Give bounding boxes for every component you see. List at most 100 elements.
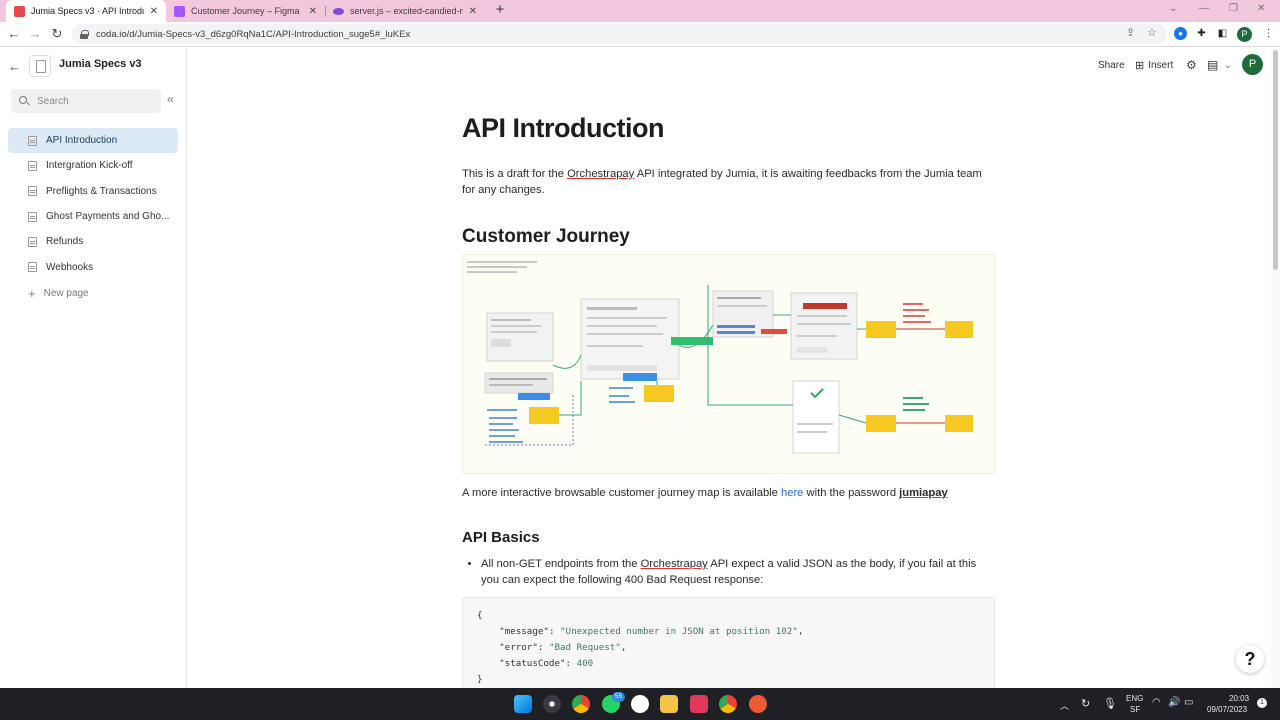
journey-map-link[interactable]: here (781, 487, 803, 499)
back-icon[interactable]: ← (7, 26, 21, 41)
volume-icon[interactable]: 🔊 (1168, 697, 1180, 708)
app-icon[interactable] (690, 695, 708, 713)
customer-journey-heading[interactable]: Customer Journey (462, 226, 996, 248)
close-tab-icon[interactable]: ✕ (150, 6, 158, 17)
sidebar-item-label: Intergration Kick-off (46, 160, 133, 172)
code-block[interactable]: { "message": "Unexpected number in JSON … (462, 597, 995, 697)
clock-time[interactable]: 20:03 (1229, 694, 1249, 703)
address-bar[interactable]: coda.io/d/Jumia-Specs-v3_d6zg0RqNa1C/API… (72, 24, 1167, 44)
page-icon (28, 160, 37, 171)
intro-text-1: This is a draft for the (462, 168, 568, 180)
sidebar-item-ghost-payments[interactable]: Ghost Payments and Gho... (8, 204, 178, 229)
page-title[interactable]: API Introduction (462, 113, 996, 144)
browser-menu-icon[interactable]: ⋮ (1262, 27, 1275, 40)
scroll-thumb[interactable] (1273, 50, 1278, 270)
close-tab-icon[interactable]: ✕ (469, 6, 477, 17)
minimize-icon[interactable]: — (1199, 3, 1209, 14)
comments-icon[interactable]: ▤ (1207, 57, 1218, 73)
plus-icon: + (28, 286, 36, 302)
puzzle-extensions-icon[interactable]: ✚ (1195, 27, 1208, 40)
doc-title[interactable]: Jumia Specs v3 (59, 58, 142, 70)
figma-favicon-icon (174, 5, 185, 17)
onedrive-sync-icon[interactable]: ↻ (1081, 697, 1090, 710)
tab-figma[interactable]: Customer Journey – Figma ✕ (166, 0, 325, 22)
bookmark-star-icon[interactable]: ☆ (1147, 26, 1157, 39)
language-label[interactable]: ENG (1126, 694, 1143, 703)
glitch-favicon-icon (333, 7, 344, 15)
sidebar-item-preflights[interactable]: Preflights & Transactions (8, 179, 178, 204)
search-input[interactable] (37, 95, 147, 107)
tab-title: Jumia Specs v3 · API Introduction (31, 6, 144, 16)
intro-paragraph[interactable]: This is a draft for the Orchestrapay API… (462, 166, 996, 198)
share-button[interactable]: Share (1098, 57, 1125, 73)
reload-icon[interactable]: ↻ (50, 26, 64, 42)
windows-taskbar: ︿ ↻ 🎙 ENG SF ◠ 🔊 ▭ 20:03 09/07/2023 1 (0, 688, 1280, 720)
avatar[interactable]: P (1242, 54, 1263, 75)
forward-icon[interactable]: → (28, 26, 42, 41)
language-sub-label[interactable]: SF (1130, 705, 1140, 714)
microphone-icon[interactable]: 🎙 (1103, 697, 1117, 710)
new-tab-button[interactable]: + (491, 1, 509, 18)
code-value: "Bad Request" (548, 642, 621, 653)
code-open-brace: { (477, 610, 483, 621)
tab-coda[interactable]: Jumia Specs v3 · API Introduction ✕ (6, 0, 166, 22)
code-close-brace: } (477, 674, 483, 685)
close-tab-icon[interactable]: ✕ (309, 6, 317, 17)
page-icon (28, 135, 37, 146)
orchestrapay-term: Orchestrapay (567, 168, 635, 180)
coda-sidebar: ← Jumia Specs v3 « API Introduction Inte… (0, 48, 187, 688)
tab-search-chevron-icon[interactable]: ⌄ (1169, 3, 1177, 14)
collapse-sidebar-icon[interactable]: « (167, 92, 174, 106)
restore-icon[interactable]: ❐ (1229, 3, 1238, 14)
customer-journey-diagram-image[interactable] (462, 254, 995, 474)
api-basics-heading[interactable]: API Basics (462, 529, 996, 546)
settings-gear-icon[interactable]: ⚙ (1186, 57, 1197, 73)
notification-count-badge[interactable]: 1 (1257, 698, 1267, 708)
journey-text-2: with the password (803, 487, 900, 499)
sidebar-item-integration-kickoff[interactable]: Intergration Kick-off (8, 153, 178, 178)
page-icon (28, 262, 37, 273)
postman-icon[interactable] (749, 695, 767, 713)
browser-profile-avatar[interactable]: P (1237, 27, 1252, 42)
code-key: "message" (499, 626, 549, 637)
widgets-icon[interactable] (543, 695, 561, 713)
page-scrollbar[interactable] (1271, 48, 1280, 688)
journey-map-paragraph[interactable]: A more interactive browsable customer jo… (462, 487, 996, 499)
sidebar-item-refunds[interactable]: Refunds (8, 229, 178, 254)
chrome-profile-icon[interactable] (719, 695, 737, 713)
close-window-icon[interactable]: ✕ (1257, 3, 1265, 14)
doc-icon[interactable] (29, 55, 51, 77)
wifi-icon[interactable]: ◠ (1152, 697, 1161, 708)
code-key: "statusCode" (499, 658, 566, 669)
bullet-text-1: All non-GET endpoints from the (481, 558, 641, 570)
sidebar-item-webhooks[interactable]: Webhooks (8, 254, 178, 279)
side-panel-icon[interactable]: ◧ (1216, 27, 1229, 40)
help-button[interactable]: ? (1236, 645, 1264, 673)
tab-title: server.js – excited-candied-meas (350, 6, 463, 16)
page-icon (28, 186, 37, 197)
share-page-icon[interactable]: ⇪ (1126, 26, 1135, 39)
back-arrow-icon[interactable]: ← (8, 59, 21, 74)
tray-chevron-up-icon[interactable]: ︿ (1060, 699, 1069, 712)
github-icon[interactable] (631, 695, 649, 713)
insert-button[interactable]: ⊞ Insert (1135, 57, 1173, 73)
new-page-button[interactable]: + New page (8, 280, 178, 308)
tab-glitch[interactable]: server.js – excited-candied-meas ✕ (325, 0, 485, 22)
search-box[interactable] (11, 89, 161, 113)
chevron-down-icon[interactable]: ⌄ (1224, 57, 1232, 73)
sidebar-item-label: Webhooks (46, 261, 94, 273)
coda-favicon-icon (14, 5, 25, 17)
list-item[interactable]: All non-GET endpoints from the Orchestra… (481, 556, 996, 588)
windows-start-icon[interactable] (514, 695, 532, 713)
code-value: "Unexpected number in JSON at position 1… (560, 626, 798, 637)
tab-title: Customer Journey – Figma (191, 6, 300, 16)
sidebar-item-api-introduction[interactable]: API Introduction (8, 128, 178, 154)
page-icon (28, 211, 37, 222)
chrome-icon[interactable] (572, 695, 590, 713)
extension-icon[interactable]: ● (1174, 27, 1187, 40)
file-explorer-icon[interactable] (660, 695, 678, 713)
lock-icon (80, 29, 89, 39)
battery-icon[interactable]: ▭ (1184, 697, 1193, 708)
clock-date[interactable]: 09/07/2023 (1207, 705, 1247, 714)
browser-tab-bar: Jumia Specs v3 · API Introduction ✕ Cust… (0, 0, 1280, 22)
